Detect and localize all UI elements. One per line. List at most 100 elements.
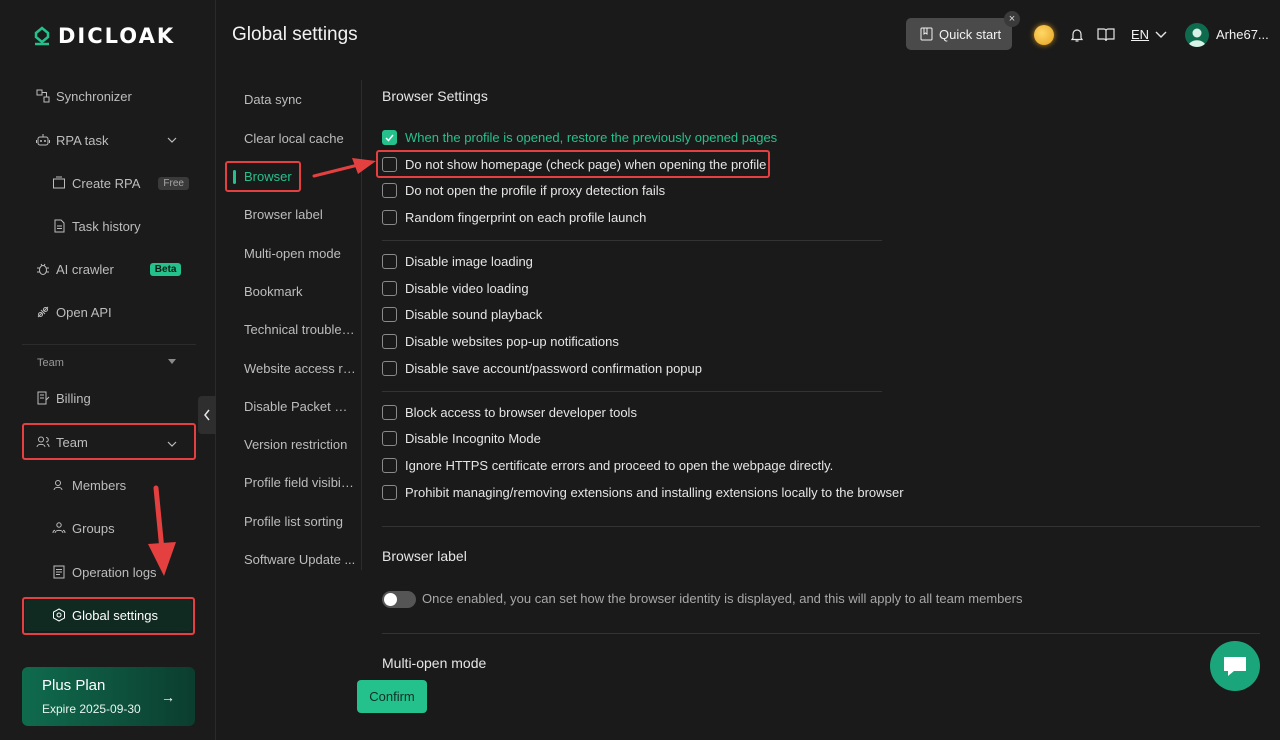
- checkbox[interactable]: [382, 281, 397, 296]
- chat-icon: [1224, 657, 1246, 676]
- api-icon: [36, 305, 50, 319]
- subnav-item-clear-local-cache[interactable]: Clear local cache: [244, 131, 344, 146]
- option-label: Prohibit managing/removing extensions an…: [405, 485, 904, 500]
- coin-icon[interactable]: [1034, 25, 1054, 45]
- sidebar-item-label: AI crawler: [56, 261, 114, 277]
- option-disable-incognito[interactable]: Disable Incognito Mode: [382, 431, 541, 446]
- sidebar-item-create-rpa[interactable]: Create RPA Free: [52, 173, 189, 193]
- sidebar-item-task-history[interactable]: Task history: [52, 216, 141, 236]
- sidebar-item-label: Global settings: [72, 607, 158, 623]
- sidebar-item-open-api[interactable]: Open API: [36, 302, 112, 322]
- checkbox[interactable]: [382, 307, 397, 322]
- dicloak-logo-icon: [34, 26, 50, 46]
- checkbox[interactable]: [382, 210, 397, 225]
- plan-title: Plus Plan: [42, 677, 106, 694]
- sidebar-item-label: Create RPA: [72, 175, 141, 191]
- subnav-item-version-restriction[interactable]: Version restriction: [244, 437, 347, 452]
- billing-icon: [36, 391, 50, 405]
- chevron-down-icon[interactable]: [167, 439, 177, 449]
- subnav-item-multi-open-mode[interactable]: Multi-open mode: [244, 246, 341, 261]
- checkbox[interactable]: [382, 183, 397, 198]
- subnav-item-bookmark[interactable]: Bookmark: [244, 284, 303, 299]
- sidebar-item-synchronizer[interactable]: Synchronizer: [36, 86, 132, 106]
- option-prohibit-extensions[interactable]: Prohibit managing/removing extensions an…: [382, 485, 904, 500]
- checkbox[interactable]: [382, 157, 397, 172]
- option-label: Ignore HTTPS certificate errors and proc…: [405, 458, 834, 473]
- close-icon[interactable]: ×: [1004, 11, 1020, 27]
- chevron-down-icon[interactable]: [167, 135, 177, 145]
- checkbox[interactable]: [382, 458, 397, 473]
- chevron-left-icon: [204, 409, 210, 421]
- divider: [382, 391, 882, 392]
- subnav-item-website-access[interactable]: Website access re...: [244, 361, 356, 376]
- checkbox[interactable]: [382, 361, 397, 376]
- logs-icon: [52, 565, 66, 579]
- checkbox[interactable]: [382, 334, 397, 349]
- plan-card[interactable]: Plus Plan Expire 2025-09-30 →: [22, 667, 195, 726]
- chevron-down-icon[interactable]: [1155, 30, 1167, 40]
- settings-icon: [52, 608, 66, 622]
- avatar[interactable]: [1185, 23, 1209, 47]
- option-ignore-https-errors[interactable]: Ignore HTTPS certificate errors and proc…: [382, 458, 833, 473]
- confirm-button[interactable]: Confirm: [357, 680, 427, 713]
- plan-expire: Expire 2025-09-30: [42, 702, 141, 716]
- members-icon: [52, 478, 66, 492]
- username[interactable]: Arhe67...: [1216, 27, 1269, 42]
- option-disable-popups[interactable]: Disable websites pop-up notifications: [382, 334, 619, 349]
- subnav-item-profile-field-visibility[interactable]: Profile field visibili...: [244, 475, 356, 490]
- option-random-fingerprint[interactable]: Random fingerprint on each profile launc…: [382, 210, 646, 225]
- arrow-right-icon: →: [161, 689, 175, 705]
- checkbox-checked[interactable]: [382, 130, 397, 145]
- subnav-item-data-sync[interactable]: Data sync: [244, 92, 302, 107]
- option-label: Do not open the profile if proxy detecti…: [405, 183, 666, 198]
- checkbox[interactable]: [382, 431, 397, 446]
- sidebar-item-members[interactable]: Members: [52, 475, 126, 495]
- option-disable-image[interactable]: Disable image loading: [382, 254, 533, 269]
- brand-logo[interactable]: DICLOAK: [32, 24, 175, 48]
- browser-label-toggle[interactable]: [382, 591, 416, 608]
- option-disable-video[interactable]: Disable video loading: [382, 281, 529, 296]
- sidebar-item-billing[interactable]: Billing: [36, 388, 91, 408]
- sidebar-item-label: Synchronizer: [56, 88, 132, 104]
- sidebar-item-team[interactable]: Team: [36, 432, 88, 452]
- sidebar-item-label: Team: [56, 434, 88, 450]
- section-divider: [382, 633, 1260, 634]
- subnav-item-disable-packet-capture[interactable]: Disable Packet Ca...: [244, 399, 356, 414]
- subnav-item-technical-troubleshooting[interactable]: Technical troubles...: [244, 322, 356, 337]
- caret-down-icon[interactable]: [168, 359, 176, 364]
- checkbox[interactable]: [382, 485, 397, 500]
- browser-highlight-box: [225, 161, 301, 192]
- sidebar-item-groups[interactable]: Groups: [52, 518, 115, 538]
- collapse-sidebar-button[interactable]: [198, 396, 216, 434]
- option-disable-password-popup[interactable]: Disable save account/password confirmati…: [382, 361, 702, 376]
- option-disable-sound[interactable]: Disable sound playback: [382, 307, 542, 322]
- checkbox[interactable]: [382, 405, 397, 420]
- option-label: Random fingerprint on each profile launc…: [405, 210, 647, 225]
- browser-label-description: Once enabled, you can set how the browse…: [422, 591, 1023, 606]
- quick-start-button[interactable]: Quick start: [906, 18, 1012, 50]
- team-icon: [36, 435, 50, 449]
- multi-open-title: Multi-open mode: [382, 655, 487, 671]
- option-label: Disable video loading: [405, 281, 529, 296]
- sidebar-item-rpa-task[interactable]: RPA task: [36, 130, 186, 150]
- subnav-item-software-update[interactable]: Software Update ...: [244, 552, 355, 567]
- option-label: Disable websites pop-up notifications: [405, 334, 619, 349]
- sidebar-item-global-settings[interactable]: Global settings: [52, 605, 158, 625]
- subnav-item-browser-label[interactable]: Browser label: [244, 207, 323, 222]
- option-block-devtools[interactable]: Block access to browser developer tools: [382, 405, 637, 420]
- language-selector[interactable]: EN: [1131, 27, 1149, 42]
- checkbox[interactable]: [382, 254, 397, 269]
- sidebar-item-ai-crawler[interactable]: AI crawler Beta: [36, 259, 182, 279]
- option-restore-pages[interactable]: When the profile is opened, restore the …: [382, 130, 777, 145]
- sidebar-item-label: Billing: [56, 390, 91, 406]
- groups-icon: [52, 521, 66, 535]
- bug-icon: [36, 262, 50, 276]
- bell-icon[interactable]: [1068, 26, 1086, 44]
- option-label: Block access to browser developer tools: [405, 405, 637, 420]
- chat-support-button[interactable]: [1210, 641, 1260, 691]
- option-proxy-detection[interactable]: Do not open the profile if proxy detecti…: [382, 183, 665, 198]
- option-no-homepage[interactable]: Do not show homepage (check page) when o…: [382, 157, 766, 172]
- subnav-item-profile-list-sorting[interactable]: Profile list sorting: [244, 514, 343, 529]
- option-label: Disable save account/password confirmati…: [405, 361, 703, 376]
- docs-book-icon[interactable]: [1097, 26, 1115, 44]
